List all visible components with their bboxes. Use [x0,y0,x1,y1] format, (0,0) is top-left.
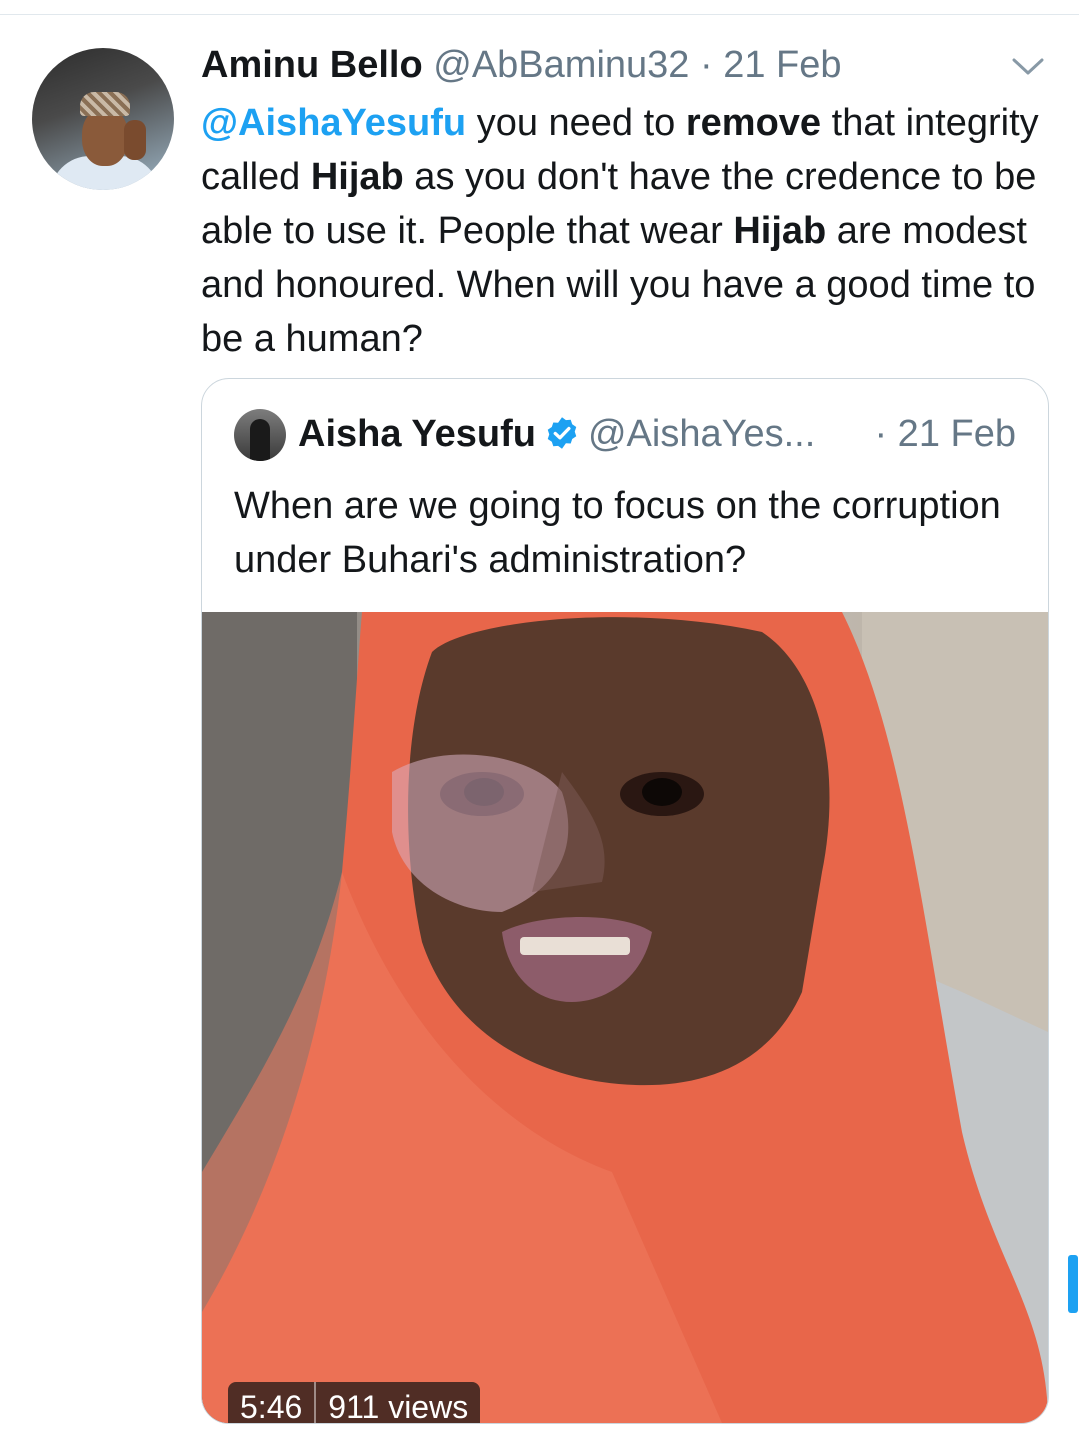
quoted-author-handle[interactable]: @AishaYes... [588,413,815,455]
chevron-down-icon[interactable] [1008,52,1048,80]
date-separator: · [699,44,713,86]
video-duration: 5:46 [240,1389,303,1423]
author-avatar[interactable] [32,48,174,190]
tweet-text-bold: remove [685,102,822,144]
tweet-header: Aminu Bello @AbBaminu32 · 21 Feb [201,42,842,88]
video-duration-badge: 5:46 911 views [228,1382,481,1423]
top-divider [0,14,1079,15]
video-views: 911 views [328,1389,469,1423]
quoted-tweet-header: Aisha Yesufu @AishaYes... [298,409,815,459]
mention-link[interactable]: @AishaYesufu [201,102,466,144]
verified-badge-icon [547,417,577,449]
tweet-text: @AishaYesufu you need to remove that int… [201,96,1051,366]
quoted-tweet-text: When are we going to focus on the corrup… [234,485,1001,581]
video-player[interactable]: 5:46 911 views [202,612,1048,1423]
video-thumbnail [202,612,1048,1423]
scroll-indicator[interactable] [1068,1255,1078,1313]
tweet-text-bold: Hijab [733,210,827,252]
author-handle[interactable]: @AbBaminu32 [433,44,689,86]
tweet-text-part: you need to [466,102,686,144]
quoted-author-name[interactable]: Aisha Yesufu [298,413,536,455]
author-name[interactable]: Aminu Bello [201,44,423,86]
tweet-date[interactable]: 21 Feb [723,44,841,86]
quoted-author-avatar[interactable] [234,409,286,461]
quoted-tweet-card[interactable]: Aisha Yesufu @AishaYes... · 21 Feb When … [201,378,1049,1424]
tweet-text-bold: Hijab [310,156,404,198]
quoted-tweet-date[interactable]: · 21 Feb [874,409,1016,459]
